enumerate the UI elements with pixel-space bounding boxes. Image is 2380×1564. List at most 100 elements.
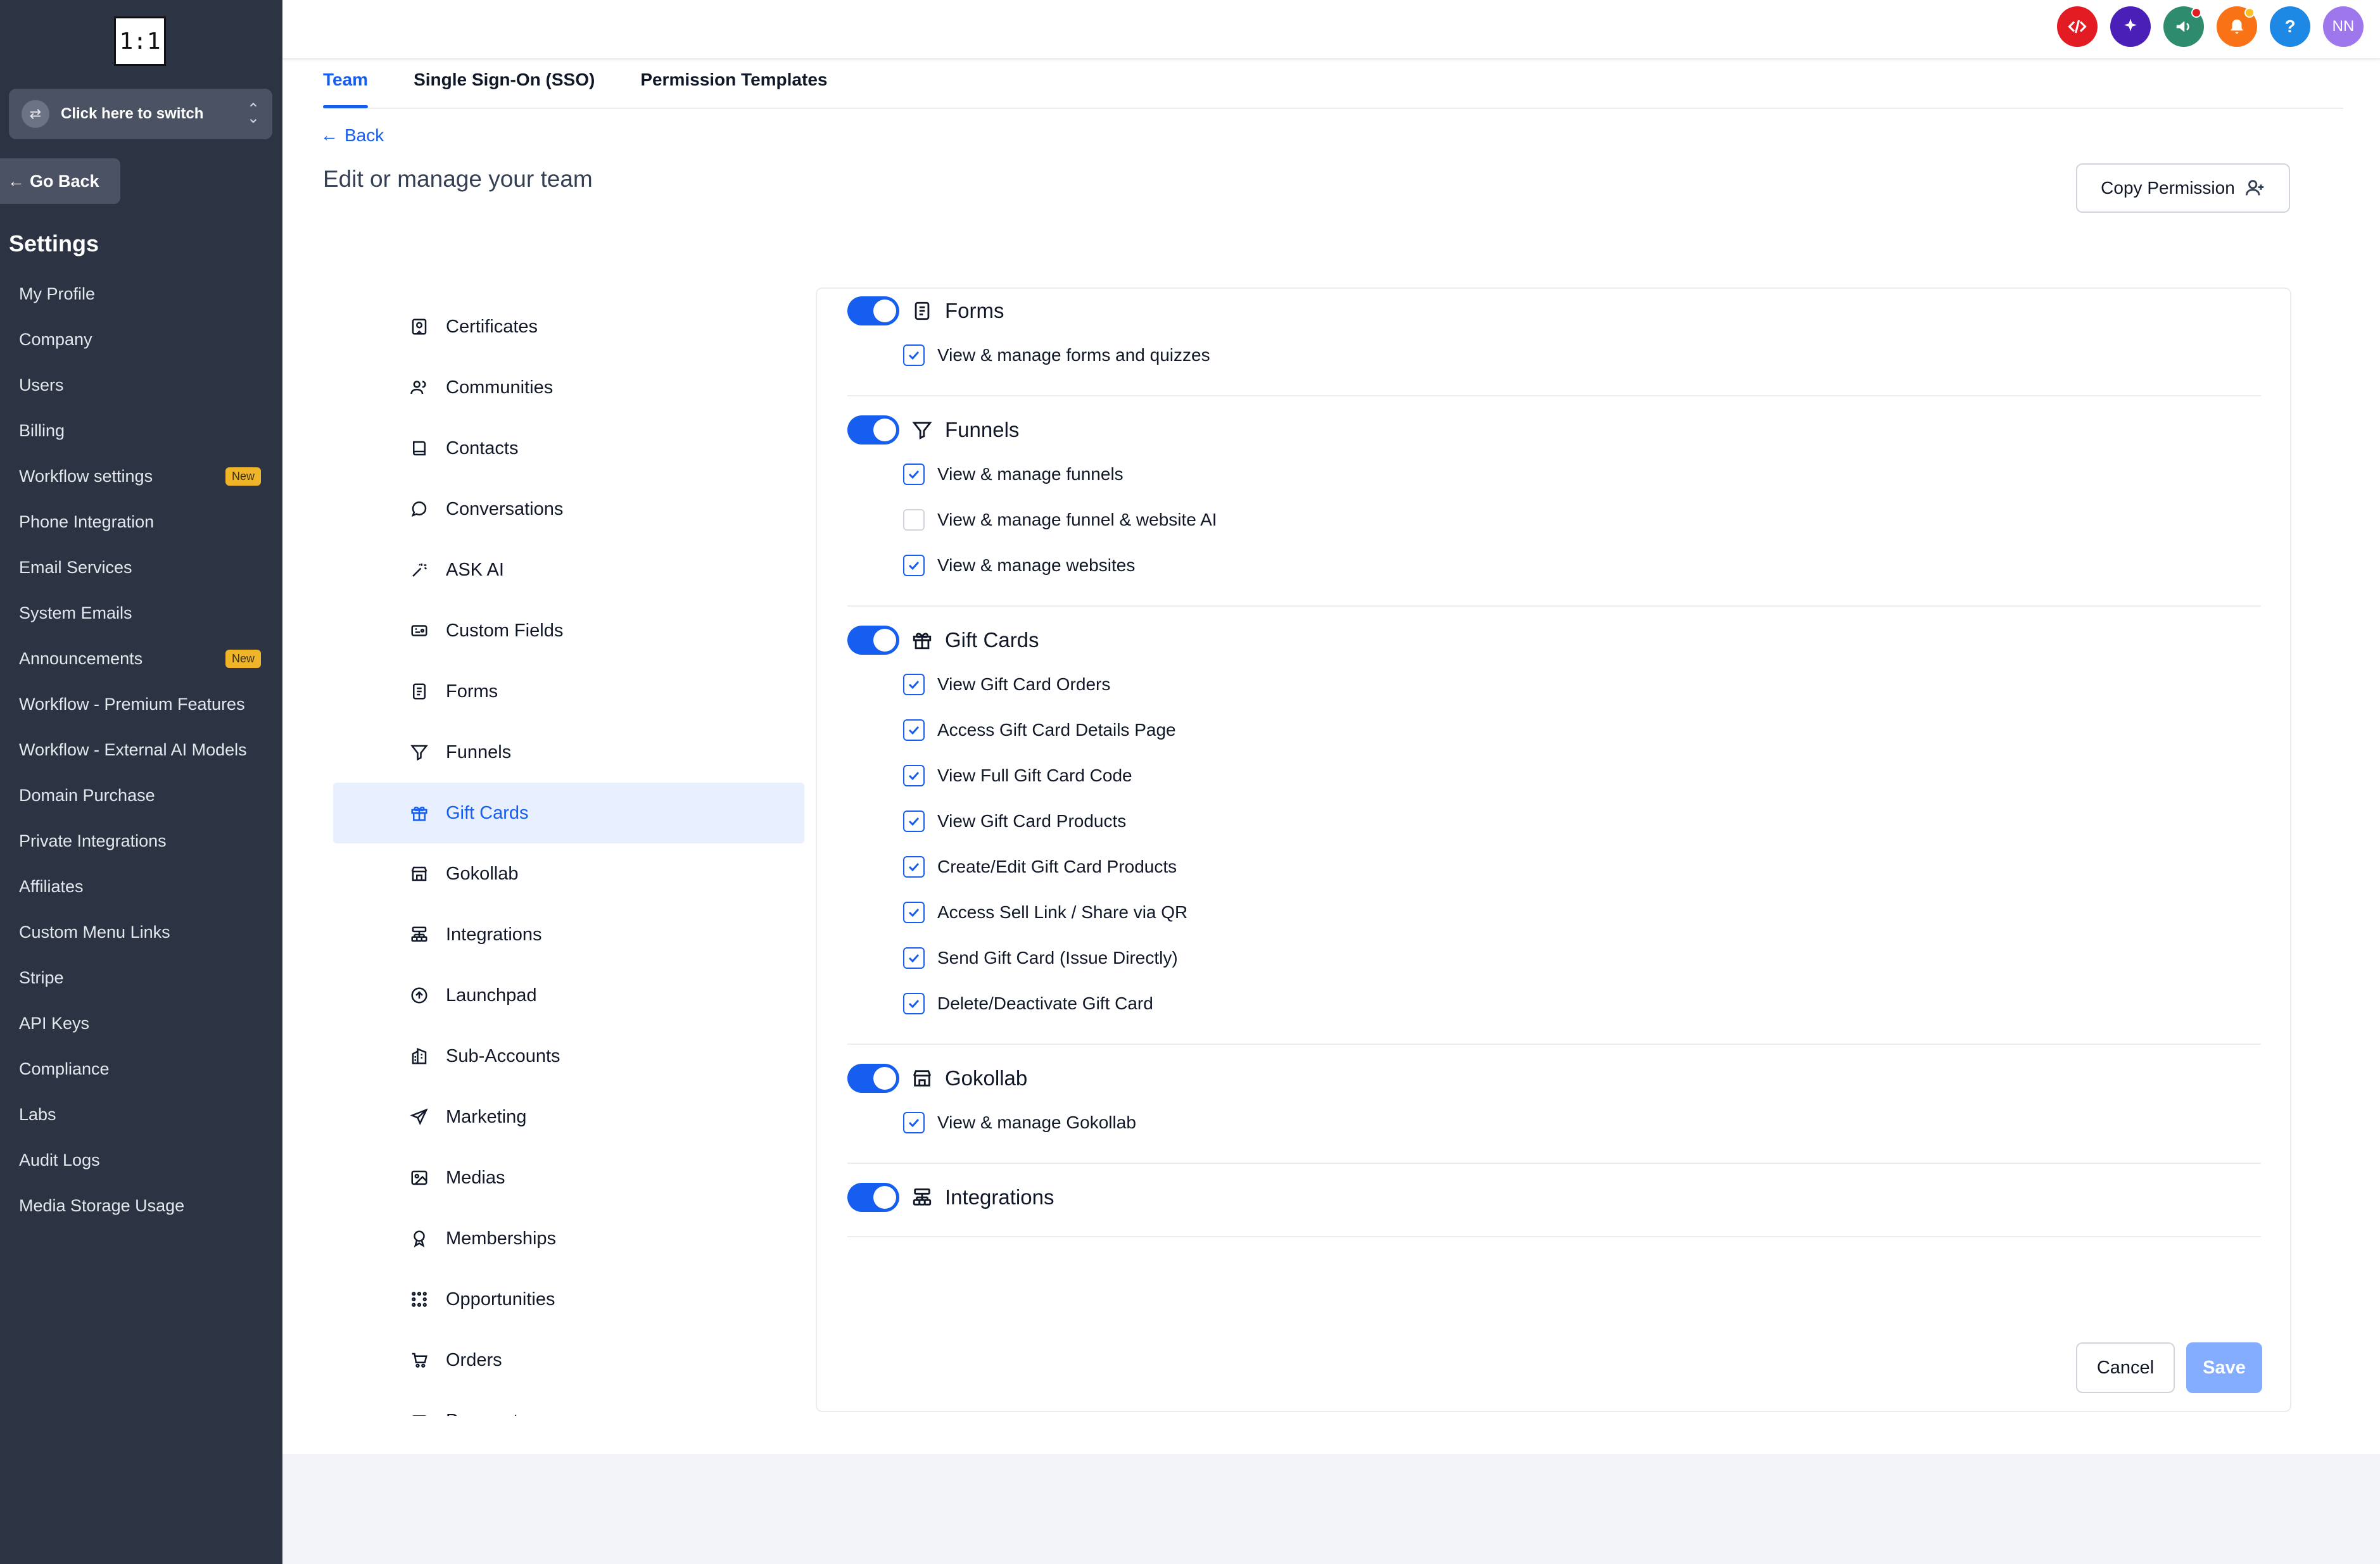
switch-account-icon: ⇄ [22,100,49,128]
sparkle-icon[interactable] [2110,6,2151,47]
permission-checkbox[interactable] [903,719,925,741]
permission-row[interactable]: View & manage Gokollab [903,1112,1136,1133]
permission-checkbox[interactable] [903,947,925,969]
sidebar-item-email-services[interactable]: Email Services [0,545,282,590]
permission-row[interactable]: View & manage funnels [903,464,1124,485]
permission-menu-item-memberships[interactable]: Memberships [333,1208,804,1269]
section-toggle[interactable] [847,626,899,655]
permission-row[interactable]: Delete/Deactivate Gift Card [903,993,1153,1014]
sidebar-item-workflow-external-ai-models[interactable]: Workflow - External AI Models [0,727,282,773]
permission-row[interactable]: View & manage forms and quizzes [903,344,1210,366]
code-icon[interactable] [2057,6,2098,47]
permission-menu-item-orders[interactable]: Orders [333,1330,804,1391]
sidebar-item-private-integrations[interactable]: Private Integrations [0,818,282,864]
permission-menu-item-ask-ai[interactable]: ASK AI [333,539,804,600]
permission-menu-item-funnels[interactable]: Funnels [333,722,804,783]
permission-row[interactable]: Access Gift Card Details Page [903,719,1176,741]
permission-menu-item-communities[interactable]: Communities [333,357,804,418]
permission-checkbox[interactable] [903,856,925,878]
permission-checkbox[interactable] [903,674,925,695]
permission-row[interactable]: Send Gift Card (Issue Directly) [903,947,1178,969]
cancel-button[interactable]: Cancel [2076,1342,2175,1393]
section-toggle[interactable] [847,415,899,445]
save-button[interactable]: Save [2186,1342,2262,1393]
section-header: Funnels [847,415,1019,445]
bell-icon[interactable] [2217,6,2257,47]
user-plus-icon [2245,180,2263,196]
permission-row[interactable]: View Gift Card Orders [903,674,1110,695]
sidebar-item-affiliates[interactable]: Affiliates [0,864,282,909]
permission-checkbox[interactable] [903,902,925,923]
section-toggle[interactable] [847,1183,899,1212]
back-link[interactable]: ← Back [320,125,384,146]
permission-menu-item-integrations[interactable]: Integrations [333,904,804,965]
sidebar-item-system-emails[interactable]: System Emails [0,590,282,636]
help-icon[interactable]: ? [2270,6,2310,47]
tab-permission-templates[interactable]: Permission Templates [640,70,827,108]
sidebar-item-stripe[interactable]: Stripe [0,955,282,1000]
company-logo[interactable]: 1:1 [114,16,166,66]
permission-menu-item-gokollab[interactable]: Gokollab [333,843,804,904]
permission-menu-label: Gokollab [446,863,519,884]
permission-menu-item-payments[interactable]: Payments [333,1391,804,1416]
copy-permission-button[interactable]: Copy Permission [2076,163,2290,213]
permission-checkbox[interactable] [903,1112,925,1133]
permission-menu-item-launchpad[interactable]: Launchpad [333,965,804,1026]
sidebar-item-announcements[interactable]: Announcements New [0,636,282,681]
sidebar-item-media-storage-usage[interactable]: Media Storage Usage [0,1183,282,1228]
sidebar-item-company[interactable]: Company [0,317,282,362]
permission-row[interactable]: View & manage funnel & website AI [903,509,1217,531]
permission-checkbox[interactable] [903,509,925,531]
sidebar-item-my-profile[interactable]: My Profile [0,271,282,317]
sidebar-item-label: Media Storage Usage [19,1195,185,1215]
permission-menu-item-forms[interactable]: Forms [333,661,804,722]
permission-row[interactable]: Create/Edit Gift Card Products [903,856,1177,878]
permission-menu-item-medias[interactable]: Medias [333,1147,804,1208]
permission-row[interactable]: View Gift Card Products [903,810,1126,832]
permission-checkbox[interactable] [903,344,925,366]
permission-menu-item-opportunities[interactable]: Opportunities [333,1269,804,1330]
tab-single-sign-on-sso[interactable]: Single Sign-On (SSO) [414,70,595,108]
sidebar-item-label: Custom Menu Links [19,922,170,942]
megaphone-icon[interactable] [2163,6,2204,47]
sidebar-item-users[interactable]: Users [0,362,282,408]
permission-menu-item-gift-cards[interactable]: Gift Cards [333,783,804,843]
permission-menu-label: Gift Cards [446,802,529,823]
permission-label: View & manage Gokollab [937,1113,1136,1132]
sidebar-item-workflow-premium-features[interactable]: Workflow - Premium Features [0,681,282,727]
sidebar-item-label: Billing [19,420,65,440]
section-toggle[interactable] [847,296,899,325]
sidebar-item-phone-integration[interactable]: Phone Integration [0,499,282,545]
sidebar-item-custom-menu-links[interactable]: Custom Menu Links [0,909,282,955]
permission-checkbox[interactable] [903,993,925,1014]
permission-row[interactable]: Access Sell Link / Share via QR [903,902,1187,923]
permission-menu-item-sub-accounts[interactable]: Sub-Accounts [333,1026,804,1087]
section-toggle[interactable] [847,1064,899,1093]
go-back-button[interactable]: ← Go Back [0,158,120,204]
sidebar-item-compliance[interactable]: Compliance [0,1046,282,1092]
sidebar-item-labs[interactable]: Labs [0,1092,282,1137]
permission-menu-item-certificates[interactable]: Certificates [333,296,804,357]
sidebar-item-label: Private Integrations [19,831,167,850]
section-header: Gokollab [847,1064,1027,1093]
permission-menu-label: Opportunities [446,1289,555,1309]
fields-icon [409,621,429,641]
sidebar-item-workflow-settings[interactable]: Workflow settings New [0,453,282,499]
sidebar-item-domain-purchase[interactable]: Domain Purchase [0,773,282,818]
permission-checkbox[interactable] [903,555,925,576]
permission-menu-item-marketing[interactable]: Marketing [333,1087,804,1147]
permission-menu-item-contacts[interactable]: Contacts [333,418,804,479]
permission-row[interactable]: View & manage websites [903,555,1135,576]
sidebar-item-billing[interactable]: Billing [0,408,282,453]
permission-menu-item-conversations[interactable]: Conversations [333,479,804,539]
permission-checkbox[interactable] [903,810,925,832]
sidebar-item-audit-logs[interactable]: Audit Logs [0,1137,282,1183]
sidebar-item-api-keys[interactable]: API Keys [0,1000,282,1046]
avatar[interactable]: NN [2323,6,2364,47]
permission-checkbox[interactable] [903,464,925,485]
permission-menu-item-custom-fields[interactable]: Custom Fields [333,600,804,661]
tab-team[interactable]: Team [323,70,369,108]
account-switcher[interactable]: ⇄ Click here to switch ⌃ ⌄ [9,89,272,139]
permission-row[interactable]: View Full Gift Card Code [903,765,1132,786]
permission-checkbox[interactable] [903,765,925,786]
